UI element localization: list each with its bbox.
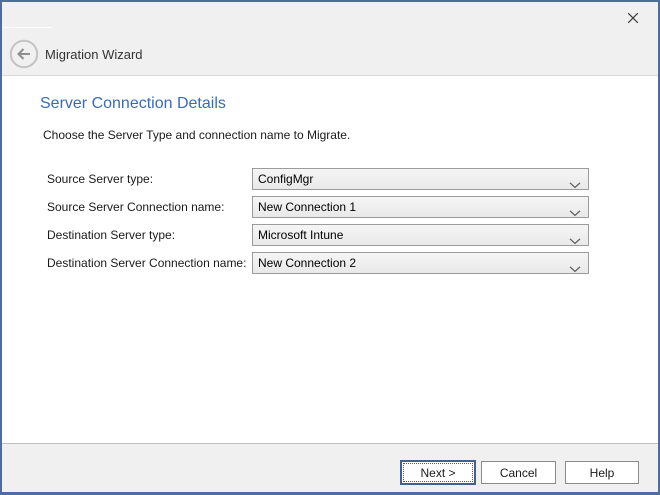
dropdown-selected-value: New Connection 1 [258,197,356,217]
back-arrow-icon [9,57,39,72]
chevron-down-icon [569,232,581,239]
dropdown-selected-value: Microsoft Intune [258,225,343,245]
destination-server-type-dropdown[interactable]: Microsoft Intune [252,224,589,246]
close-icon [626,11,640,28]
destination-connection-name-label: Destination Server Connection name: [47,252,246,274]
cancel-button[interactable]: Cancel [481,461,556,484]
destination-server-type-label: Destination Server type: [47,224,175,246]
form-row-source-connection-name: Source Server Connection name: New Conne… [2,196,658,218]
migration-wizard-window: Migration Wizard Server Connection Detai… [0,0,660,495]
destination-connection-name-dropdown[interactable]: New Connection 2 [252,252,589,274]
source-server-type-label: Source Server type: [47,168,153,190]
chevron-down-icon [569,204,581,211]
source-connection-name-label: Source Server Connection name: [47,196,224,218]
form-row-destination-server-type: Destination Server type: Microsoft Intun… [2,224,658,246]
form-row-source-server-type: Source Server type: ConfigMgr [2,168,658,190]
page-heading: Server Connection Details [40,95,226,113]
chevron-down-icon [569,260,581,267]
wizard-page-content: Server Connection Details Choose the Ser… [2,77,658,443]
next-button[interactable]: Next > [400,460,476,485]
back-button[interactable] [9,39,39,69]
source-server-type-dropdown[interactable]: ConfigMgr [252,168,589,190]
dropdown-selected-value: ConfigMgr [258,169,313,189]
close-button[interactable] [620,6,646,32]
chevron-down-icon [569,176,581,183]
help-button[interactable]: Help [565,461,639,484]
source-connection-name-dropdown[interactable]: New Connection 1 [252,196,589,218]
instruction-text: Choose the Server Type and connection na… [43,128,350,142]
wizard-title: Migration Wizard [45,46,143,63]
next-button-focus-ring: Next > [403,463,473,482]
caption-highlight-line [3,27,52,28]
wizard-footer: Next > Cancel Help [2,443,658,492]
dropdown-selected-value: New Connection 2 [258,253,356,273]
wizard-header: Migration Wizard [2,2,658,76]
form-row-destination-connection-name: Destination Server Connection name: New … [2,252,658,274]
